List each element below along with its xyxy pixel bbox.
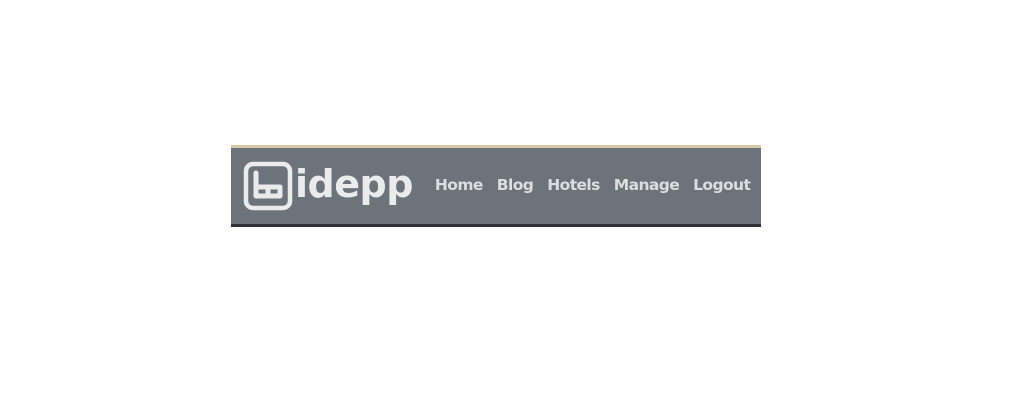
nav-link-logout[interactable]: Logout <box>693 176 751 194</box>
w-logo-icon <box>243 161 293 211</box>
nav-links: Home Blog Hotels Manage Logout <box>435 176 751 194</box>
nav-link-home[interactable]: Home <box>435 176 483 194</box>
brand-home-link[interactable]: idepp <box>243 161 413 211</box>
nav-link-manage[interactable]: Manage <box>614 176 680 194</box>
brand-name: idepp <box>295 162 413 206</box>
top-navbar: idepp Home Blog Hotels Manage Logout <box>231 145 761 227</box>
nav-link-hotels[interactable]: Hotels <box>547 176 600 194</box>
nav-link-blog[interactable]: Blog <box>497 176 534 194</box>
page: idepp Home Blog Hotels Manage Logout <box>0 0 1024 413</box>
